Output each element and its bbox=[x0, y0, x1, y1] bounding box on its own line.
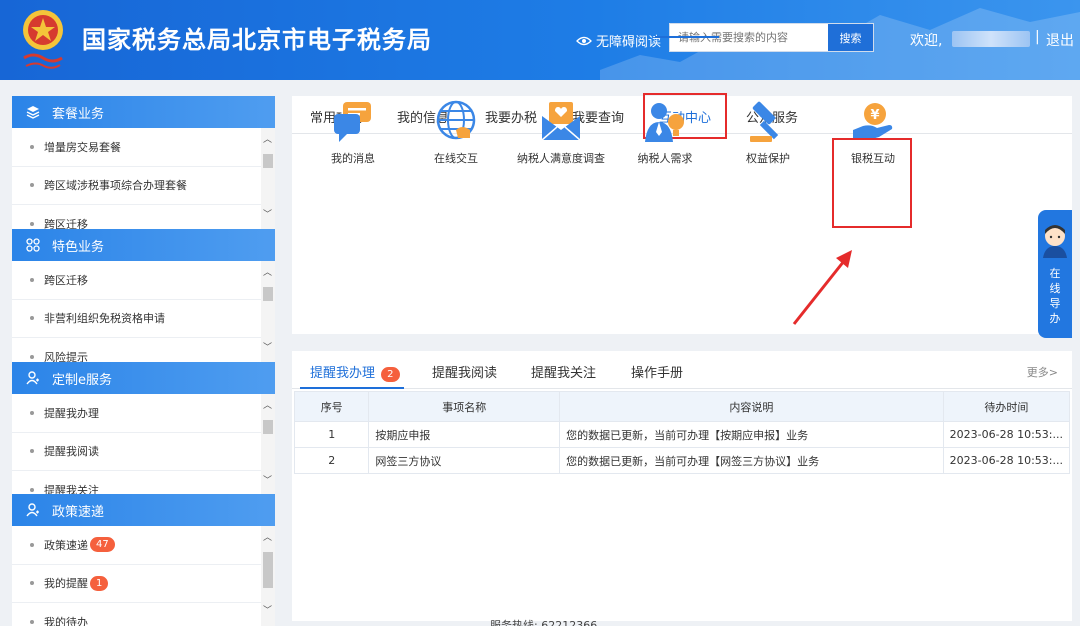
online-guide-widget[interactable]: 在线导办 bbox=[1038, 210, 1072, 338]
sidebar-item[interactable]: 跨区域涉税事项综合办理套餐 bbox=[12, 167, 261, 205]
sidebar-group-title: 政策速递 bbox=[52, 504, 105, 520]
footer-hotline: 服务热线: 62212366 bbox=[490, 619, 598, 626]
red-arrow-annotation bbox=[792, 250, 852, 325]
count-badge: 1 bbox=[90, 575, 109, 591]
tile-online-interaction[interactable]: 在线交互 bbox=[406, 100, 506, 166]
tile-rights-protection[interactable]: 权益保护 bbox=[718, 101, 818, 166]
sidebar-group-title: 套餐业务 bbox=[52, 106, 105, 122]
heart-envelope-icon bbox=[541, 102, 581, 141]
sidebar-group-title: 特色业务 bbox=[52, 239, 105, 255]
site-title: 国家税务总局北京市电子税务局 bbox=[82, 26, 432, 54]
tile-satisfaction-survey[interactable]: 纳税人满意度调查 bbox=[511, 102, 611, 166]
globe-hands-icon bbox=[436, 100, 476, 140]
column-header: 内容说明 bbox=[559, 391, 944, 422]
sidebar-item[interactable]: 跨区迁移 bbox=[12, 261, 261, 300]
item-name[interactable]: 网签三方协议 bbox=[368, 447, 561, 474]
search-button[interactable]: 搜索 bbox=[827, 24, 873, 51]
chevron-down-icon[interactable]: ﹀ bbox=[263, 207, 272, 220]
chevron-down-icon[interactable]: ﹀ bbox=[263, 473, 272, 486]
sidebar-item[interactable]: 提醒我关注 bbox=[12, 471, 261, 496]
agent-avatar-icon bbox=[1043, 225, 1067, 258]
chevron-up-icon[interactable]: ︿ bbox=[263, 398, 272, 411]
sidebar-group-custom: 定制e服务 提醒我办理 提醒我阅读 提醒我关注 ︿ ﹀ bbox=[12, 362, 275, 496]
column-header: 序号 bbox=[293, 391, 370, 422]
gavel-icon bbox=[750, 101, 779, 142]
tile-taxpayer-needs[interactable]: 纳税人需求 bbox=[615, 103, 715, 166]
svg-text:¥: ¥ bbox=[870, 108, 879, 123]
due-time: 2023-06-28 10:53:... bbox=[942, 447, 1071, 474]
column-header: 待办时间 bbox=[942, 391, 1071, 422]
site-header: 国家税务总局北京市电子税务局 无障碍阅读 搜索 欢迎, | 退出 bbox=[0, 0, 1080, 80]
sidebar-group-policy: 政策速递 政策速递 47 我的提醒 1 我的待办 ︿ ﹀ bbox=[12, 494, 275, 626]
grid-icon bbox=[26, 238, 40, 252]
welcome-text: 欢迎, bbox=[910, 33, 943, 49]
tab-remind-handle[interactable]: 提醒我办理 2 bbox=[310, 362, 400, 382]
sidebar-item[interactable]: 提醒我办理 bbox=[12, 394, 261, 433]
online-guide-text: 在线导办 bbox=[1049, 267, 1061, 325]
sidebar-scrollbar[interactable]: ︿ ﹀ bbox=[261, 526, 275, 626]
layers-icon bbox=[26, 106, 40, 119]
sidebar-item[interactable]: 风险提示 bbox=[12, 338, 261, 363]
tax-emblem-logo bbox=[23, 10, 63, 69]
count-badge: 47 bbox=[90, 537, 115, 553]
header-separator: | bbox=[1035, 29, 1040, 45]
sidebar-item[interactable]: 提醒我阅读 bbox=[12, 433, 261, 471]
sidebar-group-header[interactable]: 套餐业务 bbox=[12, 96, 275, 128]
chevron-up-icon[interactable]: ︿ bbox=[263, 265, 272, 278]
table-row[interactable]: 2 网签三方协议 您的数据已更新，当前可办理【网签三方协议】业务 2023-06… bbox=[293, 447, 1071, 474]
tab-remind-read[interactable]: 提醒我阅读 bbox=[432, 362, 497, 381]
sidebar-item[interactable]: 跨区迁移 bbox=[12, 205, 261, 230]
username-redacted bbox=[952, 31, 1030, 47]
sidebar-group-featured: 特色业务 跨区迁移 非营利组织免税资格申请 风险提示 ︿ ﹀ bbox=[12, 229, 275, 363]
chevron-up-icon[interactable]: ︿ bbox=[263, 530, 272, 543]
more-link[interactable]: 更多> bbox=[1027, 364, 1058, 380]
person-lightbulb-icon bbox=[645, 103, 684, 142]
sidebar-group-header[interactable]: 政策速递 bbox=[12, 494, 275, 526]
sidebar-scrollbar[interactable]: ︿ ﹀ bbox=[261, 261, 275, 363]
chevron-up-icon[interactable]: ︿ bbox=[263, 132, 272, 145]
item-description: 您的数据已更新，当前可办理【按期应申报】业务 bbox=[559, 421, 944, 448]
item-name[interactable]: 按期应申报 bbox=[368, 421, 561, 448]
tab-remind-follow[interactable]: 提醒我关注 bbox=[531, 362, 596, 381]
sidebar-group-header[interactable]: 特色业务 bbox=[12, 229, 275, 261]
count-badge: 2 bbox=[381, 367, 400, 382]
sidebar-group-title: 定制e服务 bbox=[52, 372, 112, 388]
logout-link[interactable]: 退出 bbox=[1046, 30, 1074, 50]
chevron-down-icon[interactable]: ﹀ bbox=[263, 603, 272, 616]
accessibility-link[interactable]: 无障碍阅读 bbox=[576, 31, 661, 50]
sidebar-group-package: 套餐业务 增量房交易套餐 跨区域涉税事项综合办理套餐 跨区迁移 ︿ ﹀ bbox=[12, 96, 275, 230]
reminder-table: 序号 事项名称 内容说明 待办时间 1 按期应申报 您的数据已更新，当前可办理【… bbox=[293, 391, 1071, 474]
active-tab-indicator bbox=[300, 387, 404, 389]
tile-my-messages[interactable]: 我的消息 bbox=[303, 102, 403, 166]
sidebar-scrollbar[interactable]: ︿ ﹀ bbox=[261, 128, 275, 230]
eye-icon bbox=[576, 36, 592, 45]
tab-tax-handling[interactable]: 我要办税 bbox=[485, 107, 537, 126]
table-row[interactable]: 1 按期应申报 您的数据已更新，当前可办理【按期应申报】业务 2023-06-2… bbox=[293, 421, 1071, 448]
chat-bubble-icon bbox=[334, 102, 371, 142]
row-index: 2 bbox=[293, 447, 370, 474]
reminder-panel: 提醒我办理 2 提醒我阅读 提醒我关注 操作手册 更多> 序号 事项名称 内容说… bbox=[292, 351, 1072, 621]
user-icon bbox=[26, 503, 39, 517]
user-icon bbox=[26, 371, 39, 385]
sidebar-item[interactable]: 政策速递 47 bbox=[12, 526, 261, 565]
sidebar-item[interactable]: 非营利组织免税资格申请 bbox=[12, 300, 261, 338]
due-time: 2023-06-28 10:53:... bbox=[942, 421, 1071, 448]
table-header-row: 序号 事项名称 内容说明 待办时间 bbox=[293, 391, 1071, 422]
sidebar-item[interactable]: 增量房交易套餐 bbox=[12, 128, 261, 167]
chevron-down-icon[interactable]: ﹀ bbox=[263, 340, 272, 353]
active-tab-indicator bbox=[655, 36, 719, 38]
sidebar-group-header[interactable]: 定制e服务 bbox=[12, 362, 275, 394]
column-header: 事项名称 bbox=[368, 391, 561, 422]
bottom-tab-bar: 提醒我办理 2 提醒我阅读 提醒我关注 操作手册 更多> bbox=[292, 351, 1072, 389]
highlight-box-tile bbox=[832, 138, 912, 228]
sidebar-item[interactable]: 我的待办 bbox=[12, 603, 261, 626]
online-guide-label: 在线导办 bbox=[1038, 266, 1072, 326]
sidebar-scrollbar[interactable]: ︿ ﹀ bbox=[261, 394, 275, 496]
accessibility-label: 无障碍阅读 bbox=[596, 35, 662, 50]
tab-manual[interactable]: 操作手册 bbox=[631, 362, 683, 381]
sidebar-item[interactable]: 我的提醒 1 bbox=[12, 565, 261, 603]
row-index: 1 bbox=[293, 421, 370, 448]
item-description: 您的数据已更新，当前可办理【网签三方协议】业务 bbox=[559, 447, 944, 474]
